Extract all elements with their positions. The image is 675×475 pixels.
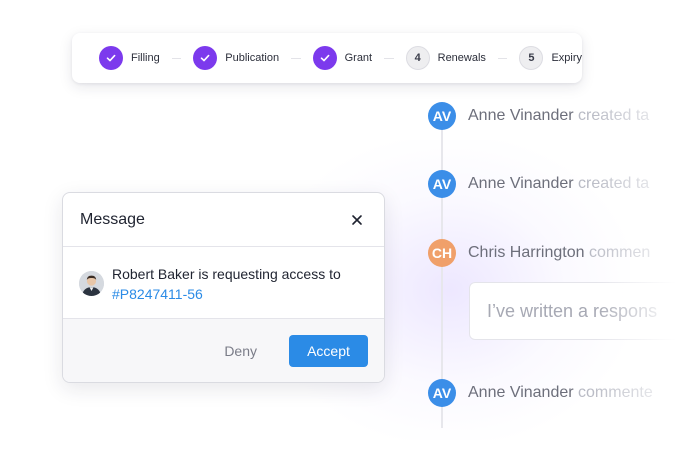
message-dialog: Message Robert Baker is requesting acces…: [62, 192, 385, 383]
step-number: 4: [405, 46, 430, 70]
timeline-item: AV Anne Vinander commente: [428, 379, 675, 407]
avatar: [79, 271, 104, 296]
timeline-text: Anne Vinander created ta: [468, 107, 675, 125]
check-icon: [99, 46, 123, 70]
timeline-text: Chris Harrington commen: [468, 244, 675, 262]
dialog-title: Message: [80, 210, 145, 228]
author-name: Anne Vinander: [468, 384, 574, 401]
dialog-footer: Deny Accept: [63, 319, 384, 382]
timeline-action: commente: [578, 384, 653, 401]
close-icon[interactable]: [347, 210, 367, 230]
step-connector: [171, 57, 182, 59]
avatar: CH: [428, 239, 456, 267]
step-publication[interactable]: Publication: [193, 46, 279, 70]
step-label: Expiry: [551, 52, 583, 64]
step-renewals[interactable]: 4 Renewals: [405, 46, 486, 70]
step-connector: [291, 57, 301, 59]
step-grant[interactable]: Grant: [312, 46, 373, 70]
step-expiry[interactable]: 5 Expiry: [519, 46, 582, 70]
request-message: Robert Baker is requesting access to #P8…: [112, 264, 341, 304]
timeline-item: AV Anne Vinander created ta: [428, 102, 675, 130]
dialog-header: Message: [63, 193, 384, 247]
progress-stepper: Filling Publication Grant 4 Renewals 5 E…: [72, 33, 582, 83]
timeline-item: AV Anne Vinander created ta: [428, 170, 675, 198]
step-number: 5: [519, 46, 544, 70]
check-icon: [312, 46, 337, 70]
step-label: Filling: [131, 52, 160, 64]
timeline-action: created ta: [578, 107, 650, 124]
step-filling[interactable]: Filling: [99, 46, 160, 70]
check-icon: [193, 46, 218, 70]
avatar: AV: [428, 102, 456, 130]
accept-button[interactable]: Accept: [289, 335, 368, 367]
step-connector: [384, 57, 394, 59]
step-label: Publication: [225, 52, 280, 64]
comment-preview[interactable]: I’ve written a respons: [469, 282, 675, 340]
timeline-text: Anne Vinander commente: [468, 384, 675, 402]
avatar: AV: [428, 379, 456, 407]
dialog-body: Robert Baker is requesting access to #P8…: [63, 247, 384, 319]
author-name: Chris Harrington: [468, 244, 585, 261]
timeline-text: Anne Vinander created ta: [468, 175, 675, 193]
step-label: Renewals: [437, 52, 486, 64]
author-name: Anne Vinander: [468, 175, 574, 192]
timeline-item: CH Chris Harrington commen: [428, 239, 675, 267]
deny-button[interactable]: Deny: [224, 343, 257, 359]
step-label: Grant: [344, 52, 373, 64]
author-name: Anne Vinander: [468, 107, 574, 124]
reference-link[interactable]: #P8247411-56: [112, 284, 341, 304]
request-text: Robert Baker is requesting access to: [112, 266, 341, 282]
step-connector: [497, 57, 508, 59]
timeline-action: created ta: [578, 175, 650, 192]
avatar: AV: [428, 170, 456, 198]
timeline-action: commen: [588, 244, 651, 261]
